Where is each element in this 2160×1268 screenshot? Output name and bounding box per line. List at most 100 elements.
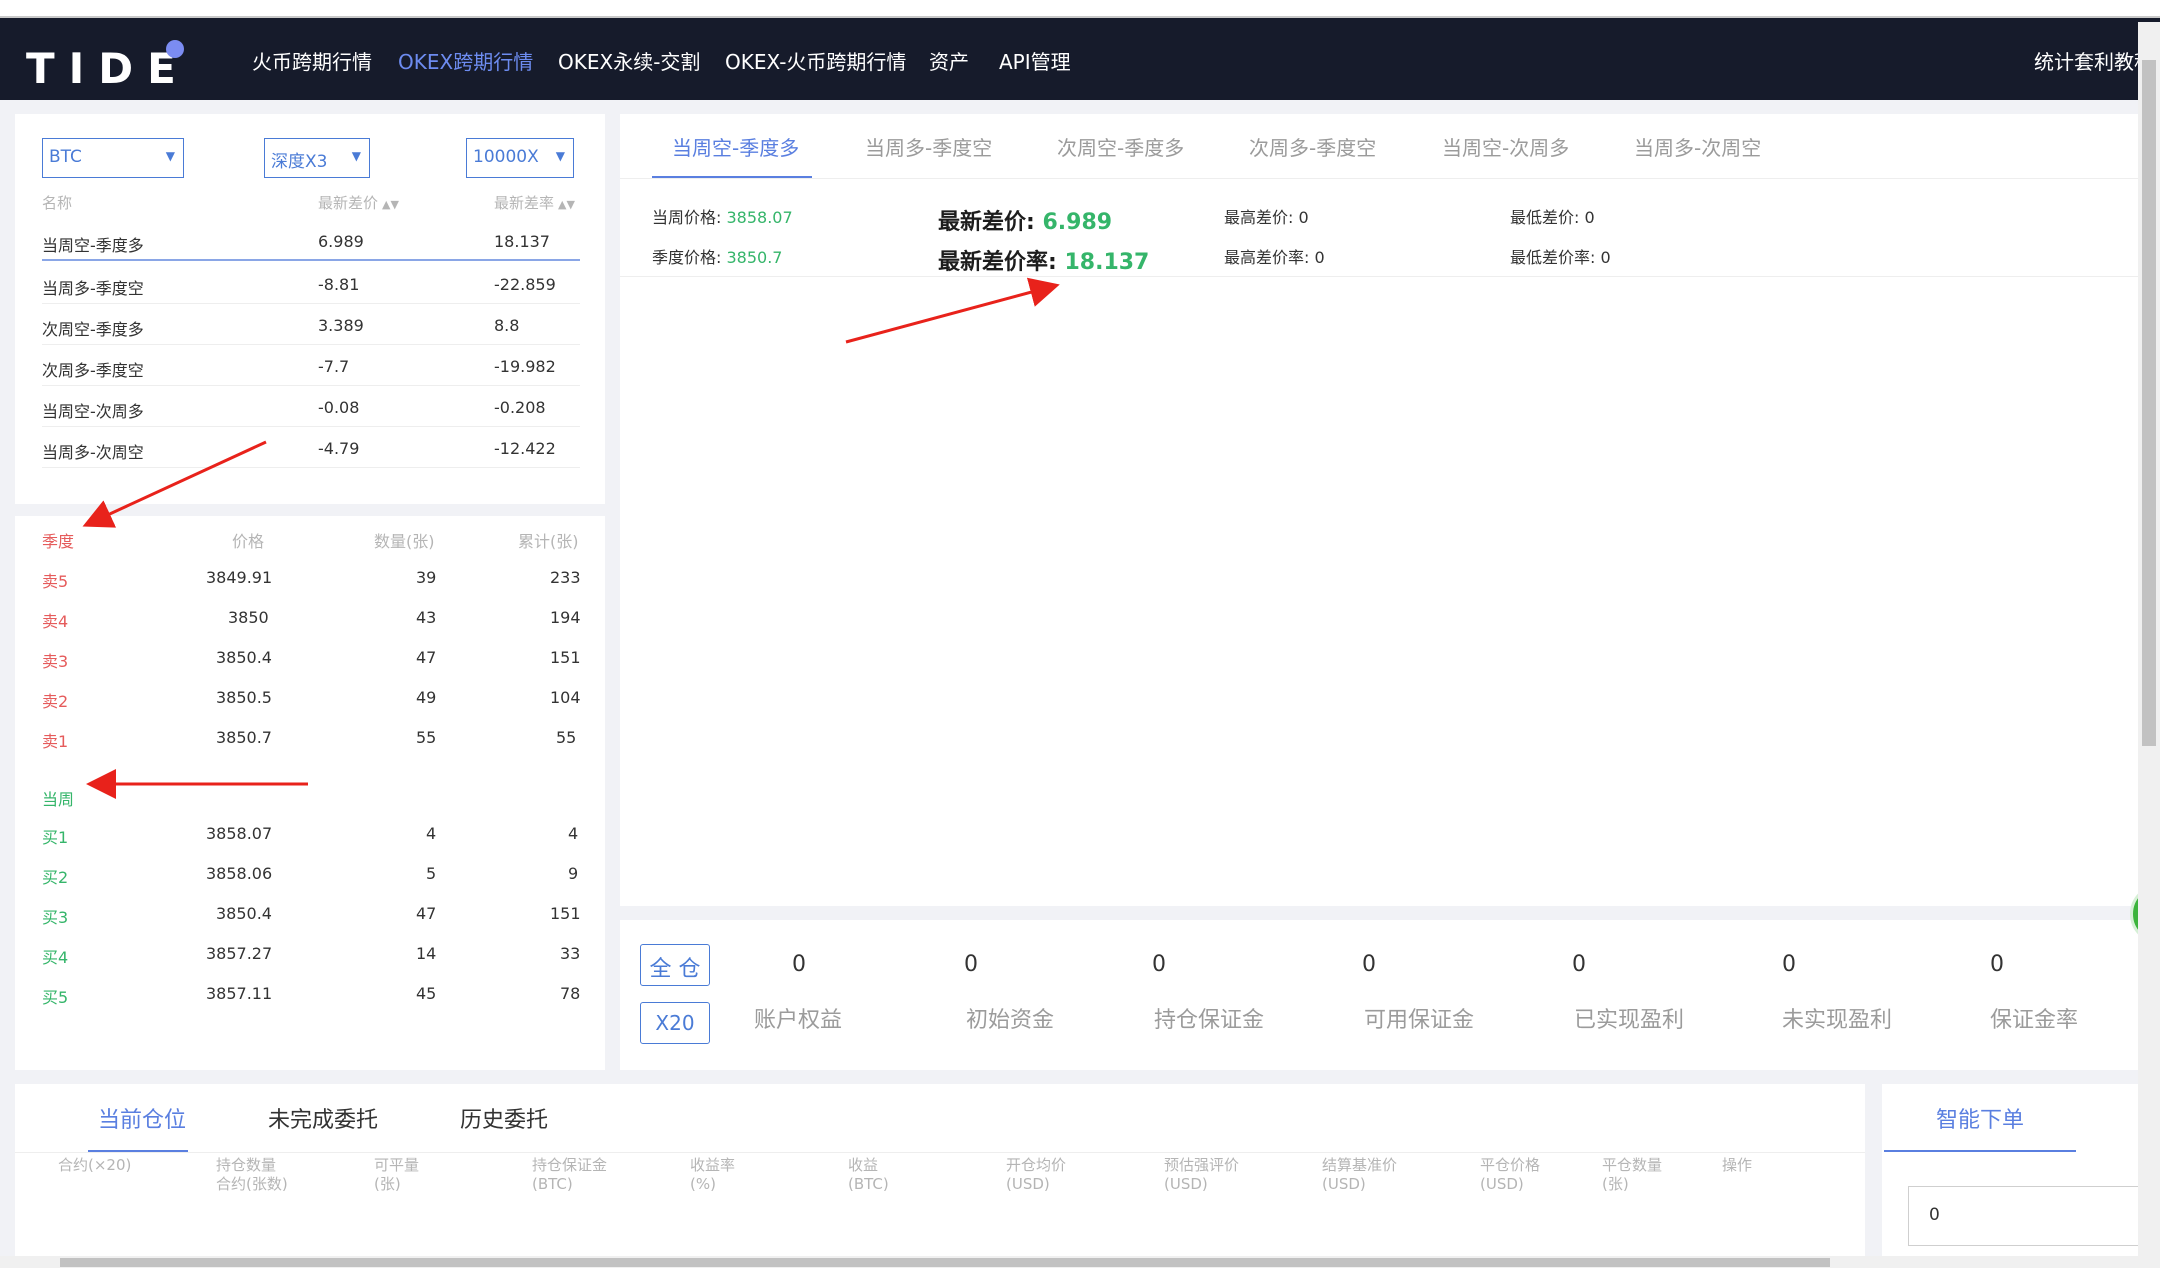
ask-label: 卖4 [42,612,69,631]
ask-price: 3850.7 [216,728,272,747]
min-diff: 最低差价: 0 [1510,208,1595,227]
top-navbar: TIDE 火币跨期行情 OKEX跨期行情 OKEX永续-交割 OKEX-火币跨期… [0,18,2160,100]
ask-label: 卖2 [42,692,69,711]
pair-diff: -0.08 [318,398,360,417]
bid-total: 33 [560,944,581,963]
ask-label: 卖3 [42,652,69,671]
nav-item-assets[interactable]: 资产 [929,46,969,75]
nav-item-okex-spread[interactable]: OKEX跨期行情 [398,46,533,75]
bid-total: 78 [560,984,581,1003]
depth-market-week: 当周 [42,790,75,809]
realized-pnl-label: 已实现盈利 [1574,1008,1685,1033]
initial-funds-label: 初始资金 [966,1008,1055,1033]
header-latest-rate-label: 最新差率 [494,194,555,212]
smart-order-tab-indicator [1884,1150,2076,1152]
vertical-scrollbar-thumb[interactable] [2142,60,2156,746]
col-position-qty-title: 持仓数量 [216,1156,277,1174]
nav-item-okex-perpetual[interactable]: OKEX永续-交割 [558,46,700,75]
smart-order-input[interactable]: 0 [1908,1186,2160,1246]
col-close-price: 平仓价格 (USD) [1480,1156,1540,1194]
pair-row[interactable]: 当周多-季度空 -8.81 -22.859 [42,263,580,304]
leverage-button[interactable]: X20 [640,1002,710,1044]
nav-item-tutorial[interactable]: 统计套利教程 [2034,46,2144,75]
bid-qty: 4 [426,824,437,843]
pair-name: 当周空-季度多 [42,236,144,255]
pair-name: 次周空-季度多 [42,320,144,339]
ask-price: 3850 [228,608,269,627]
pair-row[interactable]: 当周空-次周多 -0.08 -0.208 [42,386,580,427]
bid-total: 4 [568,824,579,843]
available-margin-value: 0 [1362,952,1376,977]
col-position-qty: 持仓数量 合约(张数) [216,1156,288,1194]
position-margin-value: 0 [1152,952,1166,977]
bid-qty: 45 [416,984,437,1003]
nav-item-huobi-spread[interactable]: 火币跨期行情 [252,46,372,75]
account-equity-label: 账户权益 [754,1008,843,1033]
col-close-qty-unit: (张) [1602,1175,1629,1193]
pair-row[interactable]: 当周多-次周空 -4.79 -12.422 [42,427,580,468]
col-closable-title: 可平量 [374,1156,420,1174]
logo: TIDE [26,44,190,93]
pair-row[interactable]: 次周多-季度空 -7.7 -19.982 [42,345,580,386]
ask-total: 151 [550,648,581,667]
horizontal-scrollbar-thumb[interactable] [60,1258,1830,1267]
tab-next-long-quarter-short[interactable]: 次周多-季度空 [1249,132,1376,161]
bid-price: 3858.06 [206,864,273,883]
pair-row[interactable]: 次周空-季度多 3.389 8.8 [42,304,580,345]
col-est-liquidation: 预估强评价 (USD) [1164,1156,1239,1194]
pair-name: 当周多-次周空 [42,443,144,462]
bid-qty: 47 [416,904,437,923]
pair-rate: -19.982 [494,357,556,376]
unrealized-pnl-value: 0 [1782,952,1796,977]
col-return-rate: 收益率 (%) [690,1156,735,1194]
ask-label: 卖1 [42,732,69,751]
tab-open-orders[interactable]: 未完成委托 [268,1102,378,1134]
col-profit-unit: (BTC) [848,1175,889,1193]
sort-icon[interactable]: ▲▼ [558,198,575,211]
bid-total: 9 [568,864,579,883]
tab-week-short-quarter-long[interactable]: 当周空-季度多 [672,132,799,161]
amount-select[interactable]: 10000X ▼ [466,138,574,178]
tab-order-history[interactable]: 历史委托 [460,1102,548,1134]
unrealized-pnl-label: 未实现盈利 [1782,1008,1893,1033]
header-latest-diff[interactable]: 最新差价 ▲▼ [318,192,399,213]
header-name: 名称 [42,194,73,212]
pair-rate: 8.8 [494,316,520,335]
ask-qty: 55 [416,728,437,747]
header-latest-rate[interactable]: 最新差率 ▲▼ [494,192,575,213]
coin-select[interactable]: BTC ▼ [42,138,184,178]
ask-total: 55 [556,728,577,747]
amount-select-value: 10000X [473,147,539,167]
col-avg-open-price: 开仓均价 (USD) [1006,1156,1066,1194]
col-position-qty-unit: 合约(张数) [216,1175,288,1193]
pair-row[interactable]: 当周空-季度多 6.989 18.137 [42,220,580,261]
nav-item-api[interactable]: API管理 [999,46,1071,75]
col-actions: 操作 [1722,1156,1752,1175]
col-position-margin-unit: (BTC) [532,1175,573,1193]
account-equity-value: 0 [792,952,806,977]
account-panel [620,920,2138,1070]
min-rate: 最低差价率: 0 [1510,248,1611,267]
latest-diff-label: 最新差价: [938,210,1043,235]
margin-mode-button[interactable]: 全 仓 [640,944,710,986]
sort-icon[interactable]: ▲▼ [382,198,399,211]
bid-price: 3857.11 [206,984,273,1003]
bid-price: 3858.07 [206,824,273,843]
col-est-liquidation-unit: (USD) [1164,1175,1208,1193]
tab-week-short-next-long[interactable]: 当周空-次周多 [1442,132,1569,161]
quarter-price-value: 3850.7 [726,248,783,267]
tab-next-short-quarter-long[interactable]: 次周空-季度多 [1057,132,1184,161]
depth-header-price: 价格 [232,532,265,551]
quarter-price-label: 季度价格: [652,248,727,267]
tab-week-long-next-short[interactable]: 当周多-次周空 [1634,132,1761,161]
smart-order-title[interactable]: 智能下单 [1936,1102,2024,1134]
pair-rate: 18.137 [494,232,550,251]
depth-select[interactable]: 深度X3 ▼ [264,138,370,178]
col-avg-open-price-title: 开仓均价 [1006,1156,1067,1174]
info-divider [620,276,2138,277]
tab-week-long-quarter-short[interactable]: 当周多-季度空 [865,132,992,161]
pair-rate: -12.422 [494,439,556,458]
col-profit: 收益 (BTC) [848,1156,889,1194]
tab-current-positions[interactable]: 当前仓位 [98,1102,186,1134]
nav-item-okex-huobi[interactable]: OKEX-火币跨期行情 [725,46,906,75]
